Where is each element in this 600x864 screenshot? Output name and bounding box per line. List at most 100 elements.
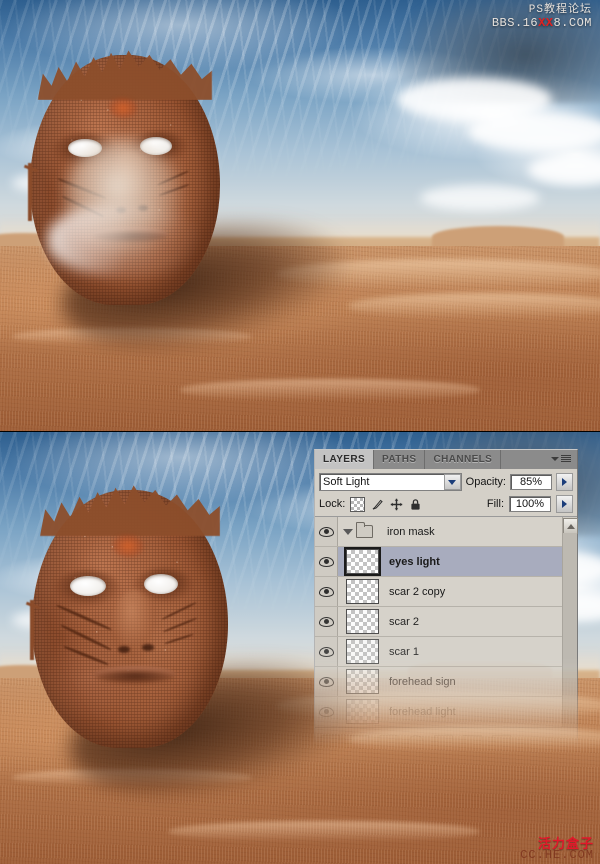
triangle-down-icon	[551, 456, 559, 461]
layer-thumbnail[interactable]	[346, 609, 379, 634]
layer-row-eyes-light[interactable]: eyes light	[315, 547, 577, 577]
light-beam	[48, 205, 198, 275]
layer-name: scar 2 copy	[389, 585, 446, 598]
lock-icon-group	[350, 496, 422, 512]
layer-row-iron-mask[interactable]: iron mask	[315, 517, 577, 547]
watermark-top: PS教程论坛 BBS.16XX8.COM	[492, 4, 592, 30]
layer-name: iron mask	[387, 525, 435, 538]
cloud-bank	[420, 185, 540, 212]
watermark-top-red: XX	[538, 15, 554, 30]
visibility-toggle[interactable]	[315, 607, 338, 636]
visibility-toggle[interactable]	[315, 697, 338, 726]
distant-dune	[432, 226, 564, 248]
triangle-down-icon[interactable]	[343, 528, 353, 535]
layer-list-scrollbar[interactable]	[562, 517, 578, 727]
watermark-top-line2: BBS.16XX8.COM	[491, 15, 592, 31]
layer-row-forehead-sign[interactable]: forehead sign	[315, 667, 577, 697]
lock-all-padlock-icon[interactable]	[409, 498, 422, 511]
watermark-top-post: 8.COM	[553, 15, 592, 30]
tab-bar-spacer	[501, 450, 577, 469]
layers-panel: LAYERS PATHS CHANNELS Soft Light Opacity…	[314, 449, 578, 758]
scroll-up-arrow-icon[interactable]	[563, 518, 578, 534]
eye-glow-left	[70, 576, 106, 596]
watermark-top-pre: BBS.16	[491, 15, 539, 30]
watermark-bottom-line2: CC.HE.COM	[520, 848, 594, 863]
forehead-sign	[112, 534, 144, 558]
new-group-button[interactable]	[434, 734, 453, 752]
lock-position-move-icon[interactable]	[390, 498, 403, 511]
forehead-sign	[108, 97, 138, 119]
screenshot-root: PS教程论坛 BBS.16XX8.COM LAYERS PATHS CHANNE…	[0, 0, 600, 864]
layer-thumbnail[interactable]	[346, 699, 379, 724]
layer-name: scar 2	[389, 615, 419, 628]
new-layer-button[interactable]	[463, 734, 482, 752]
opacity-input[interactable]: 85%	[510, 474, 552, 490]
image-step-before: PS教程论坛 BBS.16XX8.COM	[0, 0, 600, 431]
nostril	[142, 644, 154, 651]
watermark-bottom: 活力盒子 CC.HE.COM	[520, 837, 594, 862]
layer-name: forehead sign	[389, 675, 456, 688]
link-layers-button[interactable]	[321, 734, 340, 752]
layer-style-button[interactable]	[350, 734, 369, 752]
visibility-toggle[interactable]	[315, 637, 338, 666]
folder-icon	[356, 522, 373, 538]
blend-mode-value: Soft Light	[323, 476, 370, 488]
layer-row-scar-1[interactable]: scar 1	[315, 637, 577, 667]
layer-thumbnail[interactable]	[346, 639, 379, 664]
visibility-toggle[interactable]	[315, 517, 338, 546]
sand-crest	[348, 293, 600, 319]
layer-mask-button[interactable]	[379, 734, 398, 752]
blend-opacity-row: Soft Light Opacity: 85%	[315, 469, 577, 494]
layer-thumbnail[interactable]	[346, 579, 379, 604]
panel-body: Soft Light Opacity: 85% Lock: Fill: 100%…	[314, 469, 578, 758]
eye-icon	[318, 556, 334, 567]
panel-menu-icon[interactable]	[551, 455, 571, 462]
tab-layers[interactable]: LAYERS	[315, 450, 375, 469]
fill-label: Fill:	[486, 498, 504, 510]
adjustment-layer-button[interactable]	[408, 735, 424, 751]
visibility-toggle[interactable]	[315, 577, 338, 606]
tab-paths[interactable]: PATHS	[374, 450, 426, 469]
layer-name: scar 1	[389, 645, 419, 658]
eye-glow-right	[144, 574, 178, 594]
fill-input[interactable]: 100%	[509, 496, 551, 512]
chevron-down-icon[interactable]	[443, 474, 461, 490]
layer-thumbnail[interactable]	[344, 547, 381, 576]
eye-icon	[318, 676, 334, 687]
tab-channels[interactable]: CHANNELS	[425, 450, 502, 469]
layer-row-forehead-light[interactable]: forehead light	[315, 697, 577, 727]
head-side-strap	[30, 600, 34, 660]
eye-icon	[318, 526, 334, 537]
opacity-label: Opacity:	[465, 476, 506, 488]
fill-stepper-icon[interactable]	[556, 495, 573, 513]
lock-transparency-icon[interactable]	[350, 496, 366, 512]
eye-icon	[318, 586, 334, 597]
nostril	[118, 646, 130, 653]
blend-mode-select[interactable]: Soft Light	[319, 473, 462, 491]
head-side-strap	[28, 163, 32, 221]
cloud-bank	[468, 112, 600, 151]
eye-icon	[318, 646, 334, 657]
hamburger-icon	[561, 455, 571, 462]
scrollbar-track[interactable]	[563, 533, 577, 727]
visibility-toggle[interactable]	[315, 667, 338, 696]
image-step-after: LAYERS PATHS CHANNELS Soft Light Opacity…	[0, 432, 600, 864]
opacity-stepper-icon[interactable]	[556, 473, 573, 491]
mask-head	[23, 50, 358, 367]
delete-layer-button[interactable]	[492, 734, 511, 752]
layer-name: eyes light	[389, 555, 440, 568]
sand-ripple	[180, 379, 480, 401]
mouth	[96, 671, 174, 684]
lock-label: Lock:	[319, 498, 346, 510]
eye-icon	[318, 706, 334, 717]
visibility-toggle[interactable]	[315, 547, 338, 576]
layer-thumbnail[interactable]	[346, 669, 379, 694]
layer-row-scar-2-copy[interactable]: scar 2 copy	[315, 577, 577, 607]
panel-tab-bar: LAYERS PATHS CHANNELS	[314, 449, 578, 469]
mask-head	[25, 485, 377, 815]
lock-image-pixels-brush-icon[interactable]	[371, 498, 384, 511]
eye-icon	[318, 616, 334, 627]
layer-row-scar-2[interactable]: scar 2	[315, 607, 577, 637]
group-disclosure[interactable]	[338, 522, 377, 538]
layer-name: forehead light	[389, 705, 456, 718]
